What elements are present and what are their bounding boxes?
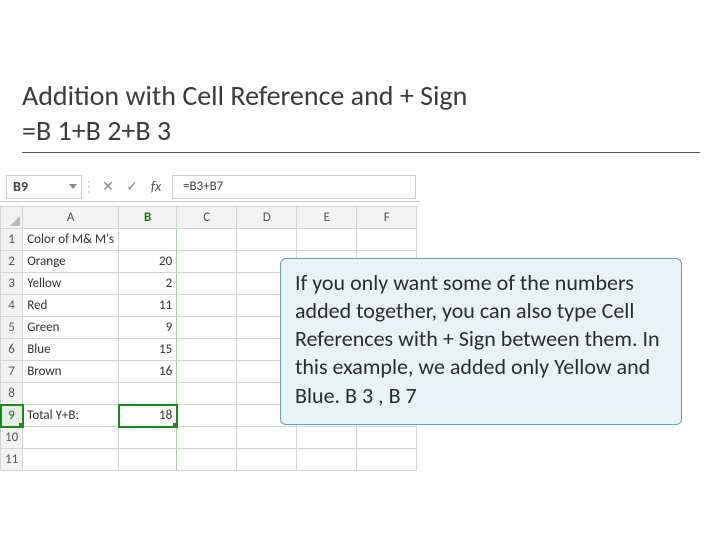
cell[interactable] [237, 427, 297, 449]
cell[interactable] [177, 251, 237, 273]
cell[interactable] [177, 383, 237, 405]
row-header[interactable]: 1 [1, 229, 23, 251]
col-header-B[interactable]: B [119, 207, 177, 229]
cell[interactable] [297, 229, 357, 251]
row-header[interactable]: 7 [1, 361, 23, 383]
cell[interactable] [177, 449, 237, 471]
cell[interactable]: Orange [23, 251, 119, 273]
name-box[interactable]: B9 [6, 175, 82, 199]
cell[interactable] [297, 427, 357, 449]
title-line-2: =B 1+B 2+B 3 [22, 113, 702, 148]
slide-title: Addition with Cell Reference and + Sign … [22, 78, 702, 153]
cell[interactable] [177, 229, 237, 251]
cell[interactable]: 15 [119, 339, 177, 361]
col-header-E[interactable]: E [297, 207, 357, 229]
cell[interactable]: 16 [119, 361, 177, 383]
row-header[interactable]: 5 [1, 317, 23, 339]
cell[interactable]: Brown [23, 361, 119, 383]
formula-bar: B9 ⋮ ✕ ✓ fx =B3+B7 [0, 172, 420, 202]
explanation-callout: If you only want some of the numbers add… [280, 258, 682, 425]
col-header-A[interactable]: A [23, 207, 119, 229]
formula-value: =B3+B7 [183, 179, 223, 194]
row-header[interactable]: 6 [1, 339, 23, 361]
cell[interactable]: Total Y+B: [23, 405, 119, 427]
cell[interactable] [23, 427, 119, 449]
col-header-D[interactable]: D [237, 207, 297, 229]
chevron-down-icon [69, 184, 77, 189]
cell[interactable] [23, 449, 119, 471]
row-header[interactable]: 3 [1, 273, 23, 295]
cell[interactable] [23, 383, 119, 405]
cell[interactable] [177, 273, 237, 295]
separator: ⋮ [82, 178, 96, 195]
enter-icon[interactable]: ✓ [120, 178, 144, 195]
cell[interactable] [357, 427, 417, 449]
cell[interactable]: Green [23, 317, 119, 339]
cell[interactable]: Red [23, 295, 119, 317]
cell[interactable] [119, 427, 177, 449]
cell[interactable] [177, 339, 237, 361]
cell-selected[interactable]: 18 [119, 405, 177, 427]
cell[interactable] [237, 229, 297, 251]
cell[interactable] [119, 449, 177, 471]
cell[interactable]: 11 [119, 295, 177, 317]
cell[interactable]: Blue [23, 339, 119, 361]
col-header-C[interactable]: C [177, 207, 237, 229]
cell[interactable] [237, 449, 297, 471]
cell[interactable] [177, 361, 237, 383]
cancel-icon[interactable]: ✕ [96, 178, 120, 195]
cell[interactable] [177, 405, 237, 427]
row-header[interactable]: 9 [1, 405, 23, 427]
row-header[interactable]: 4 [1, 295, 23, 317]
cell[interactable] [357, 229, 417, 251]
cell[interactable] [297, 449, 357, 471]
name-box-value: B9 [13, 178, 28, 195]
row-header[interactable]: 10 [1, 427, 23, 449]
cell[interactable]: 9 [119, 317, 177, 339]
fx-icon[interactable]: fx [144, 178, 168, 195]
cell[interactable] [119, 383, 177, 405]
title-line-1: Addition with Cell Reference and + Sign [22, 78, 702, 113]
cell[interactable]: Yellow [23, 273, 119, 295]
row-header[interactable]: 8 [1, 383, 23, 405]
row-header[interactable]: 2 [1, 251, 23, 273]
cell[interactable]: Color of M& M's [23, 229, 119, 251]
cell[interactable]: 2 [119, 273, 177, 295]
row-header[interactable]: 11 [1, 449, 23, 471]
cell[interactable] [177, 295, 237, 317]
cell[interactable] [119, 229, 177, 251]
title-underline [22, 152, 700, 153]
select-all-corner[interactable] [1, 207, 23, 229]
cell[interactable] [177, 427, 237, 449]
col-header-F[interactable]: F [357, 207, 417, 229]
cell[interactable] [177, 317, 237, 339]
cell[interactable] [357, 449, 417, 471]
cell[interactable]: 20 [119, 251, 177, 273]
formula-input[interactable]: =B3+B7 [172, 175, 416, 199]
